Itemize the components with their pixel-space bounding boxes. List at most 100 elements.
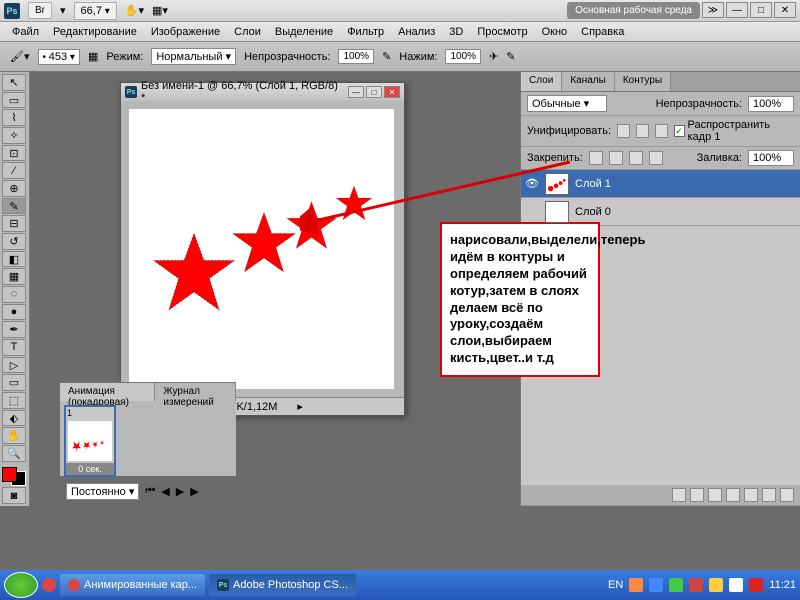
quickmask-tool[interactable]: ◙	[2, 487, 26, 504]
flow-field[interactable]: 100%	[445, 49, 481, 64]
menu-view[interactable]: Просмотр	[471, 24, 533, 40]
anim-prev-icon[interactable]: ◀	[161, 485, 169, 498]
menu-filter[interactable]: Фильтр	[341, 24, 390, 40]
path-tool[interactable]: ▷	[2, 357, 26, 374]
blend-mode-select[interactable]: Обычные ▾	[527, 95, 607, 112]
tab-measurements[interactable]: Журнал измерений	[155, 383, 236, 401]
layer-group-icon[interactable]	[744, 488, 758, 502]
menu-help[interactable]: Справка	[575, 24, 630, 40]
layer-row[interactable]: 👁 Слой 1	[521, 170, 800, 198]
tablet-size-icon[interactable]: ✎	[506, 50, 515, 63]
tablet-opacity-icon[interactable]: ✎	[382, 50, 391, 63]
zoom-field[interactable]: 66,7 ▾	[74, 2, 117, 20]
animation-frame[interactable]: 1 0 сек.	[64, 405, 116, 477]
history-brush-tool[interactable]: ↺	[2, 233, 26, 250]
maximize-button[interactable]: □	[750, 2, 772, 18]
layer-mask-icon[interactable]	[708, 488, 722, 502]
menu-window[interactable]: Окно	[536, 24, 574, 40]
layer-name[interactable]: Слой 0	[575, 206, 611, 218]
lock-pixels-icon[interactable]	[609, 151, 623, 165]
tray-icon[interactable]	[709, 578, 723, 592]
zoom-tool[interactable]: 🔍	[2, 445, 26, 462]
3d-camera-tool[interactable]: ⬖	[2, 410, 26, 427]
airbrush-icon[interactable]: ✈	[489, 50, 498, 63]
menu-image[interactable]: Изображение	[145, 24, 226, 40]
layer-thumbnail[interactable]	[545, 173, 569, 195]
expand-button[interactable]: ≫	[702, 2, 724, 18]
anim-play-icon[interactable]: ▶	[176, 485, 184, 498]
3d-tool[interactable]: ⬚	[2, 392, 26, 409]
canvas[interactable]	[129, 109, 394, 389]
minimize-button[interactable]: —	[726, 2, 748, 18]
tab-layers[interactable]: Слои	[521, 72, 562, 91]
type-tool[interactable]: T	[2, 339, 26, 356]
loop-select[interactable]: Постоянно ▾	[66, 483, 139, 500]
tab-paths[interactable]: Контуры	[615, 72, 671, 91]
layer-thumbnail[interactable]	[545, 201, 569, 223]
opera-icon[interactable]	[42, 578, 56, 592]
clock[interactable]: 11:21	[769, 579, 796, 591]
task-button[interactable]: Анимированные кар...	[60, 574, 205, 596]
lock-transparency-icon[interactable]	[589, 151, 603, 165]
document-titlebar[interactable]: Ps Без имени-1 @ 66,7% (Слой 1, RGB/8) *…	[121, 83, 404, 101]
doc-maximize[interactable]: □	[366, 86, 382, 98]
panel-opacity-field[interactable]: 100%	[748, 96, 794, 112]
heal-tool[interactable]: ⊕	[2, 180, 26, 197]
blur-tool[interactable]: ◌	[2, 286, 26, 303]
workspace-selector[interactable]: Основная рабочая среда	[567, 2, 700, 19]
menu-file[interactable]: Файл	[6, 24, 45, 40]
tab-channels[interactable]: Каналы	[562, 72, 615, 91]
brush-tool[interactable]: ✎	[2, 198, 26, 215]
layer-style-icon[interactable]	[690, 488, 704, 502]
lang-indicator[interactable]: EN	[608, 579, 623, 591]
crop-tool[interactable]: ⊡	[2, 145, 26, 162]
anim-first-icon[interactable]: ⏮	[145, 485, 155, 498]
color-swatches[interactable]	[2, 467, 26, 487]
doc-minimize[interactable]: —	[348, 86, 364, 98]
start-button[interactable]	[4, 572, 38, 598]
tray-icon[interactable]	[689, 578, 703, 592]
frame-duration[interactable]: 0 сек.	[66, 463, 114, 475]
visibility-icon[interactable]: 👁	[525, 177, 539, 191]
lock-position-icon[interactable]	[629, 151, 643, 165]
hand-tool[interactable]: ✋	[2, 427, 26, 444]
unify-visibility-icon[interactable]	[636, 124, 649, 138]
tray-icon[interactable]	[729, 578, 743, 592]
lasso-tool[interactable]: ⌇	[2, 109, 26, 126]
fill-field[interactable]: 100%	[748, 150, 794, 166]
delete-layer-icon[interactable]	[780, 488, 794, 502]
tray-icon[interactable]	[669, 578, 683, 592]
visibility-icon[interactable]	[525, 205, 539, 219]
opacity-field[interactable]: 100%	[338, 49, 374, 64]
tray-icon[interactable]	[649, 578, 663, 592]
adjustment-layer-icon[interactable]	[726, 488, 740, 502]
close-button[interactable]: ✕	[774, 2, 796, 18]
wand-tool[interactable]: ✧	[2, 127, 26, 144]
shape-tool[interactable]: ▭	[2, 374, 26, 391]
brush-preset[interactable]: • 453 ▾	[38, 49, 80, 65]
menu-edit[interactable]: Редактирование	[47, 24, 143, 40]
tray-icon[interactable]	[749, 578, 763, 592]
menu-layers[interactable]: Слои	[228, 24, 267, 40]
anim-next-icon[interactable]: ▶	[190, 485, 198, 498]
unify-style-icon[interactable]	[655, 124, 668, 138]
menu-select[interactable]: Выделение	[269, 24, 339, 40]
tab-animation[interactable]: Анимация (покадровая)	[60, 383, 155, 401]
eyedropper-tool[interactable]: ⁄	[2, 162, 26, 179]
layer-row[interactable]: Слой 0	[521, 198, 800, 226]
menu-3d[interactable]: 3D	[443, 24, 469, 40]
hand-icon[interactable]: ✋▾	[125, 4, 144, 17]
view-icon[interactable]: ▦▾	[152, 4, 168, 17]
gradient-tool[interactable]: ▦	[2, 268, 26, 285]
dodge-tool[interactable]: ●	[2, 304, 26, 321]
pen-tool[interactable]: ✒	[2, 321, 26, 338]
propagate-checkbox[interactable]: ✓	[674, 125, 685, 137]
status-arrow[interactable]: ▸	[297, 400, 303, 413]
bridge-button[interactable]: Br	[28, 2, 52, 19]
new-layer-icon[interactable]	[762, 488, 776, 502]
fg-color[interactable]	[2, 467, 17, 482]
history-icon[interactable]: ▾	[60, 4, 66, 17]
task-button[interactable]: Ps Adobe Photoshop CS...	[209, 574, 356, 596]
unify-position-icon[interactable]	[617, 124, 630, 138]
eraser-tool[interactable]: ◧	[2, 251, 26, 268]
